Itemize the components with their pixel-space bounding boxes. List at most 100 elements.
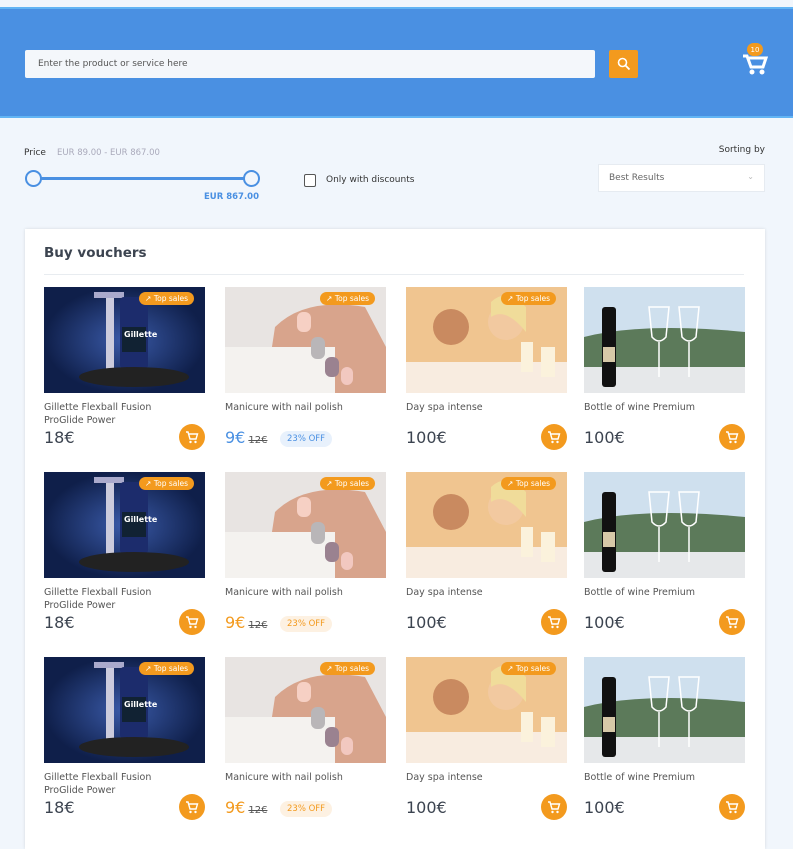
discount-checkbox[interactable] bbox=[304, 174, 316, 187]
product-name[interactable]: Bottle of wine Premium bbox=[584, 401, 714, 414]
sort-value: Best Results bbox=[609, 173, 665, 183]
search-input[interactable] bbox=[25, 50, 595, 78]
price-max-value: EUR 867.00 bbox=[204, 192, 260, 202]
product-price: 100€ bbox=[406, 798, 447, 817]
product-image[interactable]: ↗ Top sales bbox=[406, 287, 567, 393]
add-to-cart-button[interactable] bbox=[541, 609, 567, 635]
product-price: 9€ 12€ bbox=[225, 798, 268, 817]
product-card[interactable]: ↗ Top sales Manicure with nail polish 9€… bbox=[225, 657, 386, 837]
product-price: 9€ 12€ bbox=[225, 613, 268, 632]
discount-badge: 23% OFF bbox=[280, 801, 333, 817]
trending-icon: ↗ bbox=[507, 664, 514, 673]
product-card[interactable]: ↗ Top sales Day spa intense 100€ bbox=[406, 657, 567, 837]
product-name[interactable]: Gillette Flexball Fusion ProGlide Power bbox=[44, 401, 174, 427]
product-price: 18€ bbox=[44, 613, 75, 632]
discount-label[interactable]: Only with discounts bbox=[326, 175, 414, 185]
product-image[interactable]: ↗ Top sales bbox=[225, 472, 386, 578]
product-card[interactable]: Gillette ↗ Top sales Gillette Flexball F… bbox=[44, 657, 205, 837]
product-name[interactable]: Day spa intense bbox=[406, 401, 536, 414]
cart-icon bbox=[548, 616, 561, 629]
top-sales-badge: ↗ Top sales bbox=[320, 477, 375, 490]
cart-icon bbox=[186, 801, 199, 814]
old-price: 12€ bbox=[248, 435, 268, 446]
search-icon bbox=[617, 57, 630, 71]
price-slider-min-handle[interactable] bbox=[25, 170, 42, 187]
add-to-cart-button[interactable] bbox=[179, 794, 205, 820]
cart-icon bbox=[186, 616, 199, 629]
product-card[interactable]: ↗ Top sales Manicure with nail polish 9€… bbox=[225, 287, 386, 467]
sort-label: Sorting by bbox=[718, 145, 765, 155]
add-to-cart-button[interactable] bbox=[179, 609, 205, 635]
svg-text:Gillette: Gillette bbox=[124, 700, 158, 709]
top-sales-badge: ↗ Top sales bbox=[320, 662, 375, 675]
product-price: 100€ bbox=[406, 613, 447, 632]
old-price: 12€ bbox=[248, 805, 268, 816]
product-card[interactable]: ↗ Top sales Day spa intense 100€ bbox=[406, 287, 567, 467]
product-image[interactable] bbox=[584, 472, 745, 578]
product-image[interactable]: ↗ Top sales bbox=[406, 657, 567, 763]
product-name[interactable]: Gillette Flexball Fusion ProGlide Power bbox=[44, 586, 174, 612]
top-sales-badge: ↗ Top sales bbox=[501, 662, 556, 675]
product-card[interactable]: Bottle of wine Premium 100€ bbox=[584, 657, 745, 837]
top-sales-badge: ↗ Top sales bbox=[139, 477, 194, 490]
search-button[interactable] bbox=[609, 50, 638, 78]
product-name[interactable]: Manicure with nail polish bbox=[225, 401, 355, 414]
product-name[interactable]: Manicure with nail polish bbox=[225, 771, 355, 784]
price-label: Price bbox=[24, 148, 46, 158]
cart-count-badge: 10 bbox=[747, 43, 763, 56]
product-image[interactable]: ↗ Top sales bbox=[406, 472, 567, 578]
add-to-cart-button[interactable] bbox=[541, 424, 567, 450]
product-price: 100€ bbox=[406, 428, 447, 447]
add-to-cart-button[interactable] bbox=[719, 794, 745, 820]
cart-icon bbox=[726, 616, 739, 629]
product-name[interactable]: Gillette Flexball Fusion ProGlide Power bbox=[44, 771, 174, 797]
product-image[interactable]: ↗ Top sales bbox=[225, 657, 386, 763]
sort-select[interactable]: Best Results ⌄ bbox=[598, 164, 765, 192]
product-name[interactable]: Bottle of wine Premium bbox=[584, 771, 714, 784]
product-name[interactable]: Manicure with nail polish bbox=[225, 586, 355, 599]
price-slider-track[interactable] bbox=[33, 177, 251, 180]
top-sales-badge: ↗ Top sales bbox=[139, 662, 194, 675]
product-card[interactable]: Gillette ↗ Top sales Gillette Flexball F… bbox=[44, 472, 205, 652]
product-image[interactable]: Gillette ↗ Top sales bbox=[44, 287, 205, 393]
discount-badge: 23% OFF bbox=[280, 616, 333, 632]
product-price: 18€ bbox=[44, 798, 75, 817]
price-range: EUR 89.00 - EUR 867.00 bbox=[57, 148, 160, 158]
add-to-cart-button[interactable] bbox=[541, 794, 567, 820]
trending-icon: ↗ bbox=[507, 294, 514, 303]
product-image[interactable]: Gillette ↗ Top sales bbox=[44, 472, 205, 578]
trending-icon: ↗ bbox=[145, 664, 152, 673]
product-name[interactable]: Bottle of wine Premium bbox=[584, 586, 714, 599]
top-sales-badge: ↗ Top sales bbox=[501, 292, 556, 305]
product-price: 100€ bbox=[584, 613, 625, 632]
cart-icon bbox=[548, 431, 561, 444]
trending-icon: ↗ bbox=[507, 479, 514, 488]
product-image[interactable]: ↗ Top sales bbox=[225, 287, 386, 393]
product-card[interactable]: Bottle of wine Premium 100€ bbox=[584, 287, 745, 467]
trending-icon: ↗ bbox=[326, 479, 333, 488]
product-name[interactable]: Day spa intense bbox=[406, 771, 536, 784]
product-image[interactable]: Gillette ↗ Top sales bbox=[44, 657, 205, 763]
product-card[interactable]: ↗ Top sales Day spa intense 100€ bbox=[406, 472, 567, 652]
product-image[interactable] bbox=[584, 657, 745, 763]
add-to-cart-button[interactable] bbox=[179, 424, 205, 450]
product-card[interactable]: Gillette ↗ Top sales Gillette Flexball F… bbox=[44, 287, 205, 467]
cart-icon bbox=[548, 801, 561, 814]
top-sales-badge: ↗ Top sales bbox=[320, 292, 375, 305]
product-card[interactable]: ↗ Top sales Manicure with nail polish 9€… bbox=[225, 472, 386, 652]
cart-icon bbox=[726, 801, 739, 814]
cart-icon bbox=[186, 431, 199, 444]
trending-icon: ↗ bbox=[145, 294, 152, 303]
product-price: 100€ bbox=[584, 428, 625, 447]
top-sales-badge: ↗ Top sales bbox=[139, 292, 194, 305]
price-slider-max-handle[interactable] bbox=[243, 170, 260, 187]
product-price: 18€ bbox=[44, 428, 75, 447]
product-name[interactable]: Day spa intense bbox=[406, 586, 536, 599]
top-sales-badge: ↗ Top sales bbox=[501, 477, 556, 490]
vouchers-panel: Buy vouchers Gillette ↗ Top sales Gillet… bbox=[25, 229, 765, 849]
trending-icon: ↗ bbox=[326, 294, 333, 303]
product-card[interactable]: Bottle of wine Premium 100€ bbox=[584, 472, 745, 652]
product-image[interactable] bbox=[584, 287, 745, 393]
add-to-cart-button[interactable] bbox=[719, 609, 745, 635]
add-to-cart-button[interactable] bbox=[719, 424, 745, 450]
